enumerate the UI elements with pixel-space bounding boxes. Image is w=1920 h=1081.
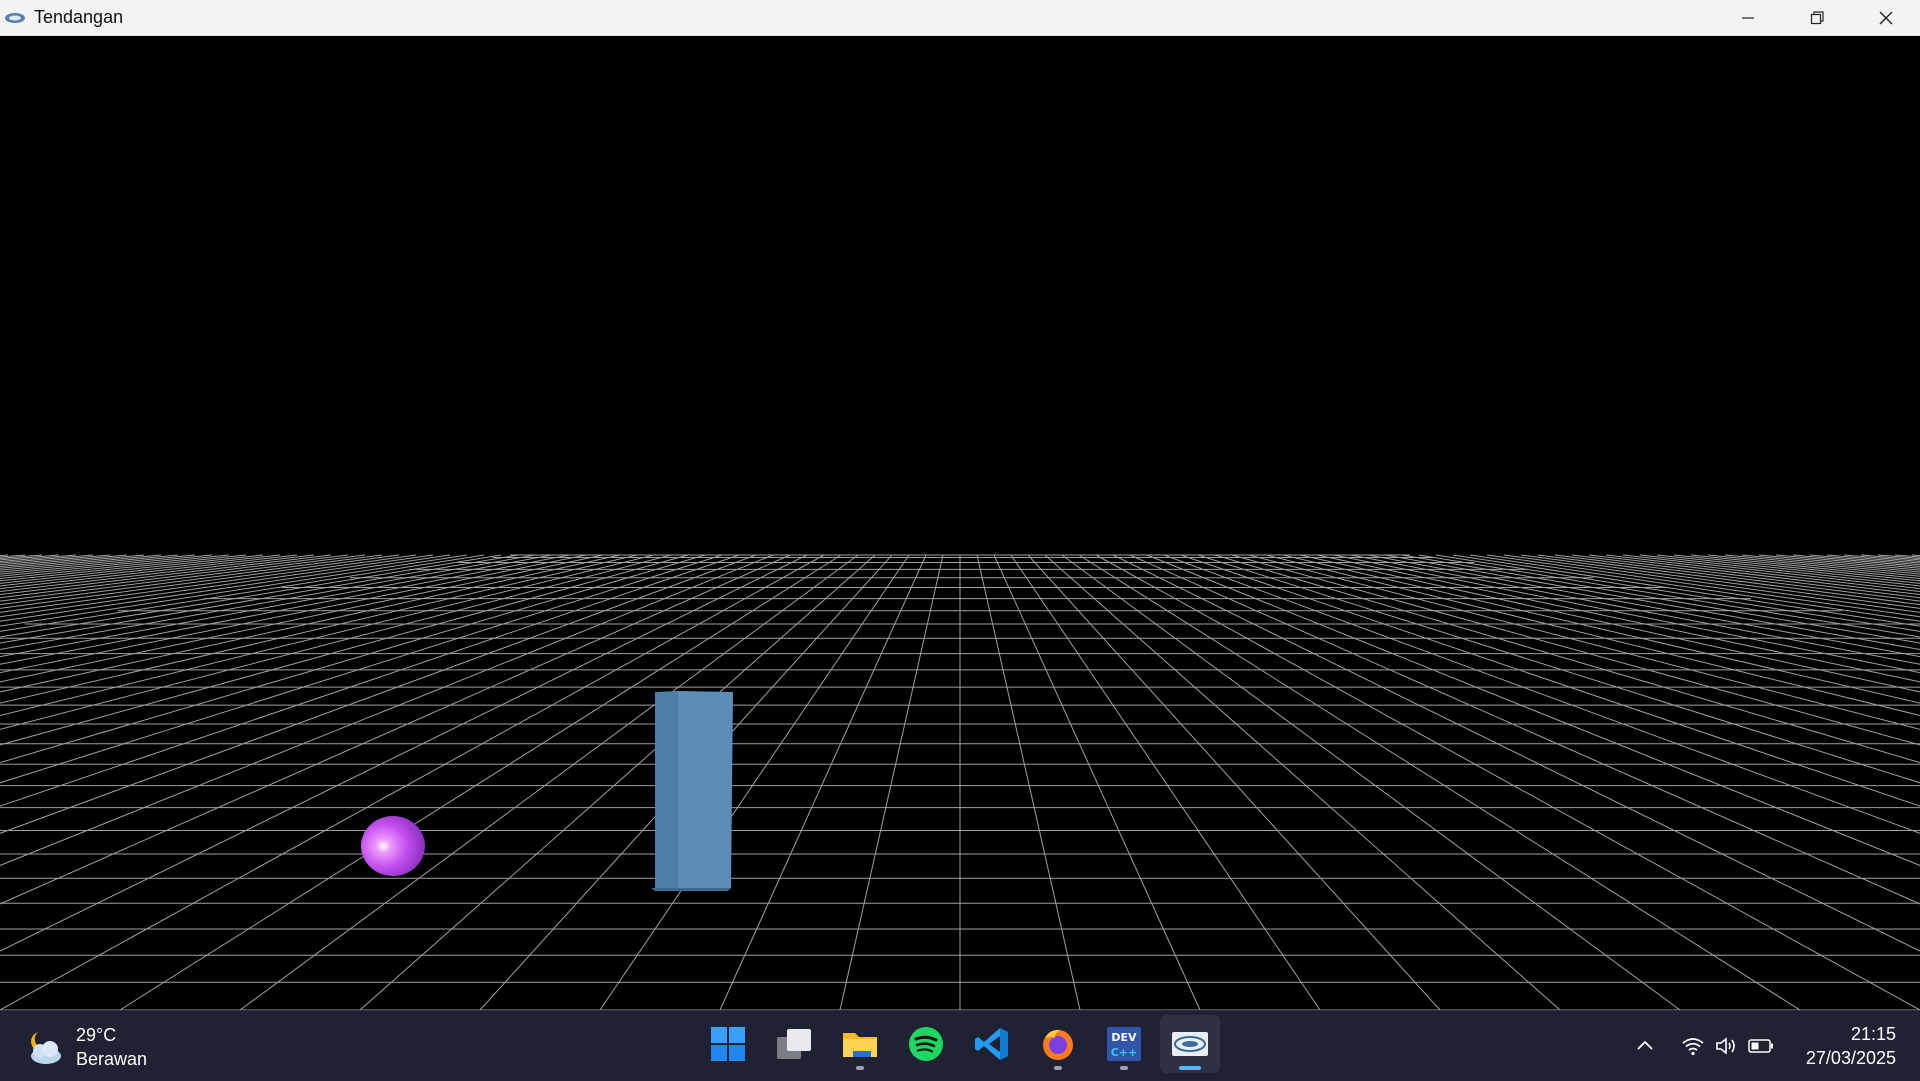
weather-temperature: 29°C [76, 1025, 117, 1045]
clock-time: 21:15 [1850, 1024, 1896, 1044]
taskbar: 29°C Berawan DEV C++ 21:15 27/03/2025 [0, 1010, 1920, 1081]
opengl-app-button[interactable] [1160, 1015, 1220, 1073]
weather-condition: Berawan [76, 1049, 148, 1069]
devcpp-button[interactable]: DEV C++ [1094, 1015, 1154, 1073]
close-button[interactable] [1851, 0, 1920, 35]
restore-icon [1810, 10, 1824, 24]
file-explorer-button[interactable] [830, 1015, 890, 1073]
weather-widget[interactable]: 29°C Berawan [24, 1023, 147, 1071]
firefox-icon [1043, 1029, 1073, 1060]
ball [361, 816, 425, 876]
active-indicator [1179, 1066, 1201, 1070]
svg-text:C++: C++ [1111, 1046, 1138, 1059]
spotify-icon [909, 1027, 943, 1061]
system-tray: 21:15 27/03/2025 [1628, 1011, 1920, 1081]
running-indicator [856, 1066, 864, 1070]
close-icon [1879, 11, 1892, 24]
running-indicator [1120, 1066, 1128, 1070]
wifi-icon [1682, 1038, 1704, 1056]
restore-button[interactable] [1782, 0, 1851, 35]
opengl-logo-icon [1172, 1032, 1208, 1056]
obstacle-block [651, 691, 733, 891]
taskbar-apps: DEV C++ [698, 1015, 1226, 1077]
opengl-viewport[interactable] [0, 36, 1920, 1010]
vscode-button[interactable] [962, 1015, 1022, 1073]
opengl-logo-icon [5, 12, 25, 23]
start-button[interactable] [698, 1015, 758, 1073]
window-title: Tendangan [34, 7, 124, 27]
spotify-button[interactable] [896, 1015, 956, 1073]
network-button[interactable] [1676, 1029, 1710, 1063]
battery-button[interactable] [1744, 1029, 1778, 1063]
firefox-button[interactable] [1028, 1015, 1088, 1073]
partly-cloudy-night-icon [31, 1032, 61, 1064]
scene-canvas [0, 554, 1920, 1010]
clock[interactable]: 21:15 27/03/2025 [1806, 1022, 1896, 1070]
window-titlebar[interactable]: Tendangan [0, 0, 1920, 36]
show-hidden-icons-button[interactable] [1628, 1029, 1662, 1063]
task-view-button[interactable] [764, 1015, 824, 1073]
folder-icon [843, 1033, 877, 1057]
chevron-up-icon [1637, 1040, 1653, 1050]
floor-grid [0, 554, 1920, 1010]
clock-date: 27/03/2025 [1805, 1048, 1896, 1068]
task-view-icon [777, 1029, 811, 1059]
running-indicator [1054, 1066, 1062, 1070]
dev-cpp-icon: DEV C++ [1107, 1027, 1141, 1061]
minimize-icon [1741, 16, 1754, 19]
minimize-button[interactable] [1713, 0, 1782, 35]
svg-text:DEV: DEV [1111, 1031, 1137, 1044]
speaker-icon [1716, 1037, 1735, 1055]
volume-button[interactable] [1710, 1029, 1744, 1063]
battery-icon [1748, 1039, 1773, 1053]
windows-start-icon [711, 1027, 745, 1061]
vscode-icon [975, 1028, 1008, 1060]
